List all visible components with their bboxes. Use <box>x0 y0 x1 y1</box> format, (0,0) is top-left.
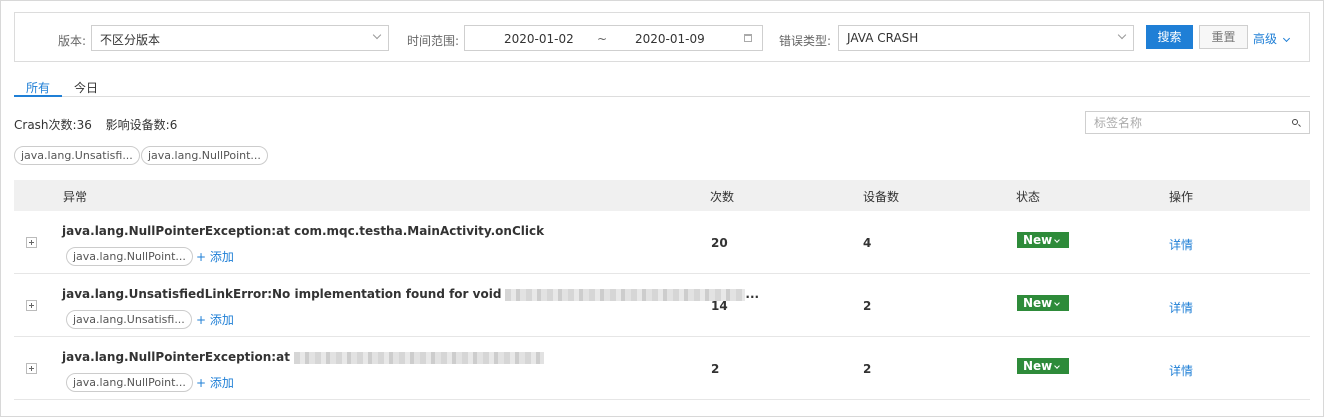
chevron-down-icon <box>1054 237 1061 243</box>
date-end: 2020-01-09 <box>635 32 705 46</box>
column-header-devices: 设备数 <box>863 190 900 204</box>
active-tab-indicator <box>14 95 62 97</box>
row-tag-chip[interactable]: java.lang.NullPoint... <box>66 373 193 392</box>
search-icon[interactable] <box>1292 119 1298 125</box>
add-tag-link[interactable]: + 添加 <box>196 311 234 328</box>
exception-title[interactable]: java.lang.UnsatisfiedLinkError:No implem… <box>62 287 759 301</box>
exception-title-text: java.lang.NullPointerException:at com.mq… <box>62 224 545 238</box>
tag-search-box <box>1085 111 1310 134</box>
advanced-toggle[interactable]: 高级 <box>1253 30 1291 47</box>
version-label: 版本: <box>58 34 87 48</box>
expand-plus-icon[interactable] <box>26 363 37 374</box>
tab-today[interactable]: 今日 <box>74 79 98 96</box>
status-dropdown[interactable]: New <box>1017 232 1069 248</box>
device-count-cell: 4 <box>863 236 872 250</box>
add-tag-link[interactable]: + 添加 <box>196 374 234 391</box>
chevron-down-icon <box>1117 30 1127 40</box>
error-type-select[interactable]: JAVA CRASH <box>838 25 1134 51</box>
tab-all[interactable]: 所有 <box>26 79 50 96</box>
detail-link[interactable]: 详情 <box>1169 236 1193 253</box>
add-tag-link[interactable]: + 添加 <box>196 248 234 265</box>
date-range-picker[interactable]: 2020-01-02 ~ 2020-01-09 <box>464 25 763 51</box>
reset-button[interactable]: 重置 <box>1199 25 1248 49</box>
crash-count-cell: 2 <box>711 362 720 376</box>
device-count-cell: 2 <box>863 362 872 376</box>
search-button[interactable]: 搜索 <box>1146 25 1193 49</box>
detail-link[interactable]: 详情 <box>1169 362 1193 379</box>
table-row: java.lang.UnsatisfiedLinkError:No implem… <box>14 274 1310 337</box>
table-row: java.lang.NullPointerException:at java.l… <box>14 337 1310 400</box>
expand-plus-icon[interactable] <box>26 237 37 248</box>
crash-stats: Crash次数:36 影响设备数:6 <box>14 116 177 133</box>
status-dropdown[interactable]: New <box>1017 295 1069 311</box>
version-select-value: 不区分版本 <box>100 33 161 47</box>
device-count: 影响设备数:6 <box>105 118 178 132</box>
crash-count-cell: 20 <box>711 236 728 250</box>
tabs-divider <box>14 96 1310 97</box>
exception-title[interactable]: java.lang.NullPointerException:at com.mq… <box>62 224 544 238</box>
detail-link[interactable]: 详情 <box>1169 299 1193 316</box>
crash-count: Crash次数:36 <box>14 118 92 132</box>
redacted-text <box>505 288 746 301</box>
row-tag-chip[interactable]: java.lang.Unsatisfi... <box>66 310 192 329</box>
advanced-label: 高级 <box>1253 32 1278 46</box>
status-label: New <box>1023 296 1053 310</box>
tag-chip[interactable]: java.lang.Unsatisfi... <box>14 146 140 165</box>
status-dropdown[interactable]: New <box>1017 358 1069 374</box>
exception-title[interactable]: java.lang.NullPointerException:at <box>62 350 544 364</box>
chevron-down-icon <box>1054 300 1061 306</box>
error-type-select-value: JAVA CRASH <box>847 31 919 45</box>
device-count-cell: 2 <box>863 299 872 313</box>
expand-plus-icon[interactable] <box>26 300 37 311</box>
table-header: 异常 次数 设备数 状态 操作 <box>14 180 1310 211</box>
redacted-text <box>293 351 544 364</box>
date-start: 2020-01-02 <box>504 32 574 46</box>
crash-count-cell: 14 <box>711 299 728 313</box>
table-row: java.lang.NullPointerException:at com.mq… <box>14 211 1310 274</box>
status-label: New <box>1023 233 1053 247</box>
error-type-label: 错误类型: <box>779 34 832 48</box>
column-header-exception: 异常 <box>63 190 88 204</box>
filter-panel: 版本: 不区分版本 时间范围: 2020-01-02 ~ 2020-01-09 … <box>14 12 1310 62</box>
column-header-actions: 操作 <box>1169 190 1194 204</box>
date-separator: ~ <box>597 32 608 46</box>
chevron-down-icon <box>1054 363 1061 369</box>
tag-chip[interactable]: java.lang.NullPoint... <box>141 146 268 165</box>
status-label: New <box>1023 359 1053 373</box>
column-header-count: 次数 <box>710 190 735 204</box>
time-range-label: 时间范围: <box>407 34 460 48</box>
tag-search-input[interactable] <box>1086 112 1286 133</box>
calendar-icon <box>744 34 752 42</box>
row-tag-chip[interactable]: java.lang.NullPoint... <box>66 247 193 266</box>
column-header-status: 状态 <box>1016 190 1041 204</box>
exception-title-text: java.lang.NullPointerException:at <box>62 350 290 364</box>
version-select[interactable]: 不区分版本 <box>91 25 389 51</box>
exception-title-ellipsis: ... <box>745 287 760 301</box>
chevron-down-icon <box>1282 34 1291 43</box>
chevron-down-icon <box>372 30 382 40</box>
exception-title-text: java.lang.UnsatisfiedLinkError:No implem… <box>62 287 502 301</box>
